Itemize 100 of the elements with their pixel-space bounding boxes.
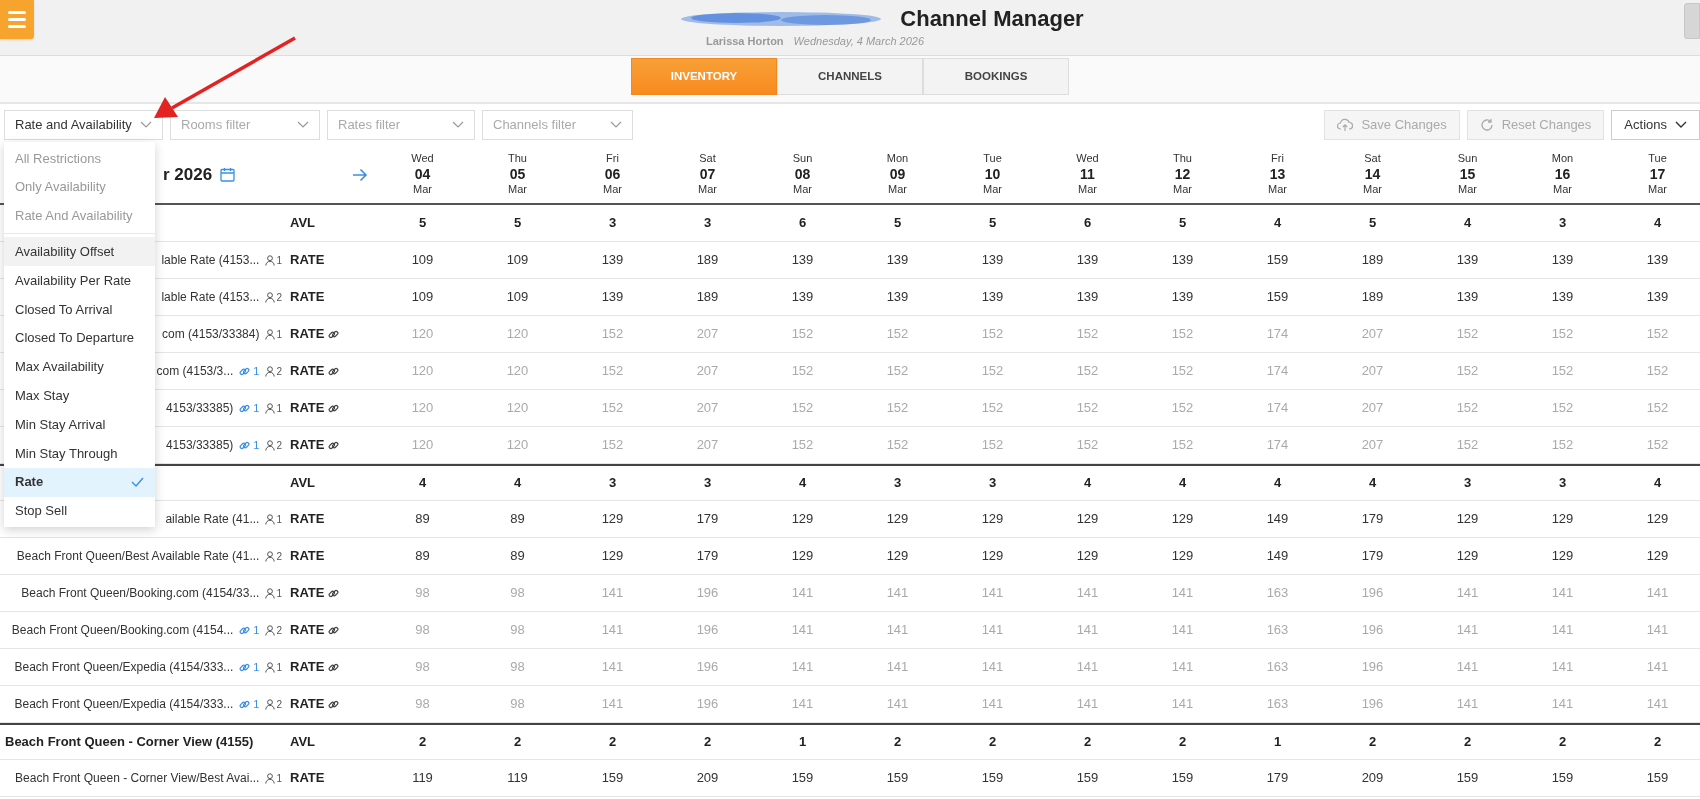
rate-value[interactable]: 196 xyxy=(1361,657,1384,677)
rate-value[interactable]: 207 xyxy=(696,361,719,381)
rate-value[interactable]: 120 xyxy=(411,435,434,455)
rate-value[interactable]: 152 xyxy=(886,398,909,418)
rate-value[interactable]: 196 xyxy=(1361,694,1384,714)
rate-value[interactable]: 207 xyxy=(696,398,719,418)
rate-value[interactable]: 163 xyxy=(1266,657,1289,677)
rate-value[interactable]: 152 xyxy=(1646,361,1669,381)
rate-value[interactable]: 141 xyxy=(1646,694,1669,714)
rate-value[interactable]: 98 xyxy=(510,694,525,714)
rate-value[interactable]: 139 xyxy=(1171,250,1194,270)
rate-value[interactable]: 139 xyxy=(791,287,814,307)
rate-value[interactable]: 152 xyxy=(601,435,624,455)
rate-value[interactable]: 129 xyxy=(886,546,909,566)
rate-value[interactable]: 152 xyxy=(1076,361,1099,381)
rate-value[interactable]: 159 xyxy=(1266,287,1289,307)
rate-value[interactable]: 139 xyxy=(1551,250,1574,270)
rate-value[interactable]: 152 xyxy=(791,398,814,418)
dropdown-item[interactable]: Availability Per Rate xyxy=(4,266,155,295)
rate-value[interactable]: 109 xyxy=(411,287,434,307)
rate-value[interactable]: 152 xyxy=(791,361,814,381)
rate-value[interactable]: 129 xyxy=(1646,546,1669,566)
rate-value[interactable]: 109 xyxy=(411,250,434,270)
rate-value[interactable]: 152 xyxy=(1076,324,1099,344)
next-arrow-icon[interactable] xyxy=(352,167,369,182)
rate-value[interactable]: 139 xyxy=(1646,250,1669,270)
rate-value[interactable]: 152 xyxy=(601,398,624,418)
rate-value[interactable]: 120 xyxy=(506,398,529,418)
rate-value[interactable]: 152 xyxy=(1551,398,1574,418)
rate-value[interactable]: 141 xyxy=(1646,583,1669,603)
rate-value[interactable]: 189 xyxy=(1361,250,1384,270)
rate-value[interactable]: 129 xyxy=(1171,546,1194,566)
rate-value[interactable]: 152 xyxy=(1171,398,1194,418)
rate-value[interactable]: 152 xyxy=(791,324,814,344)
rate-value[interactable]: 179 xyxy=(696,546,719,566)
rate-value[interactable]: 159 xyxy=(791,768,814,788)
rate-value[interactable]: 196 xyxy=(1361,583,1384,603)
dropdown-item[interactable]: Closed To Arrival xyxy=(4,295,155,324)
tab[interactable]: CHANNELS xyxy=(777,58,923,95)
rate-value[interactable]: 141 xyxy=(1076,583,1099,603)
rate-value[interactable]: 139 xyxy=(981,287,1004,307)
rate-value[interactable]: 163 xyxy=(1266,583,1289,603)
rate-value[interactable]: 196 xyxy=(696,694,719,714)
rate-value[interactable]: 129 xyxy=(1551,546,1574,566)
rate-value[interactable]: 189 xyxy=(696,250,719,270)
rate-value[interactable]: 141 xyxy=(1551,694,1574,714)
rate-value[interactable]: 141 xyxy=(791,620,814,640)
rate-value[interactable]: 174 xyxy=(1266,435,1289,455)
rate-value[interactable]: 141 xyxy=(601,657,624,677)
rate-value[interactable]: 141 xyxy=(886,620,909,640)
rate-value[interactable]: 209 xyxy=(696,768,719,788)
dropdown-item[interactable]: Closed To Departure xyxy=(4,323,155,353)
rate-value[interactable]: 207 xyxy=(1361,324,1384,344)
rate-value[interactable]: 98 xyxy=(415,657,430,677)
rate-value[interactable]: 120 xyxy=(506,361,529,381)
rate-value[interactable]: 152 xyxy=(1456,398,1479,418)
rate-value[interactable]: 141 xyxy=(1171,583,1194,603)
rate-value[interactable]: 139 xyxy=(1456,250,1479,270)
rate-value[interactable]: 141 xyxy=(1171,620,1194,640)
rate-value[interactable]: 141 xyxy=(1076,657,1099,677)
rate-value[interactable]: 139 xyxy=(1646,287,1669,307)
rate-value[interactable]: 141 xyxy=(1456,583,1479,603)
rate-value[interactable]: 174 xyxy=(1266,398,1289,418)
rate-value[interactable]: 141 xyxy=(601,583,624,603)
rate-value[interactable]: 129 xyxy=(1171,509,1194,529)
rate-value[interactable]: 139 xyxy=(1171,287,1194,307)
rate-value[interactable]: 207 xyxy=(1361,398,1384,418)
rate-value[interactable]: 152 xyxy=(1456,361,1479,381)
rate-value[interactable]: 196 xyxy=(696,657,719,677)
rate-value[interactable]: 141 xyxy=(601,694,624,714)
rate-value[interactable]: 174 xyxy=(1266,324,1289,344)
rate-value[interactable]: 159 xyxy=(1076,768,1099,788)
rate-value[interactable]: 139 xyxy=(601,287,624,307)
rate-value[interactable]: 152 xyxy=(791,435,814,455)
rate-value[interactable]: 196 xyxy=(696,583,719,603)
view-select[interactable]: Rate and Availability xyxy=(4,110,163,140)
actions-button[interactable]: Actions xyxy=(1611,110,1700,140)
rooms-filter[interactable]: Rooms filter xyxy=(170,110,320,140)
rate-value[interactable]: 129 xyxy=(1456,546,1479,566)
rate-value[interactable]: 141 xyxy=(886,583,909,603)
rate-value[interactable]: 89 xyxy=(510,546,525,566)
rate-value[interactable]: 152 xyxy=(1646,435,1669,455)
rate-value[interactable]: 139 xyxy=(886,287,909,307)
rate-value[interactable]: 120 xyxy=(411,361,434,381)
rate-value[interactable]: 141 xyxy=(981,583,1004,603)
rate-value[interactable]: 98 xyxy=(415,583,430,603)
rate-value[interactable]: 129 xyxy=(981,509,1004,529)
rate-value[interactable]: 159 xyxy=(601,768,624,788)
rate-value[interactable]: 139 xyxy=(1456,287,1479,307)
rate-value[interactable]: 141 xyxy=(1551,620,1574,640)
rate-value[interactable]: 152 xyxy=(886,361,909,381)
rate-value[interactable]: 141 xyxy=(791,657,814,677)
rate-value[interactable]: 163 xyxy=(1266,620,1289,640)
rate-value[interactable]: 98 xyxy=(415,620,430,640)
side-button[interactable] xyxy=(1684,3,1700,39)
rate-value[interactable]: 139 xyxy=(791,250,814,270)
rate-value[interactable]: 119 xyxy=(412,768,433,788)
rate-value[interactable]: 129 xyxy=(601,546,624,566)
rate-value[interactable]: 207 xyxy=(696,435,719,455)
rate-value[interactable]: 152 xyxy=(601,361,624,381)
